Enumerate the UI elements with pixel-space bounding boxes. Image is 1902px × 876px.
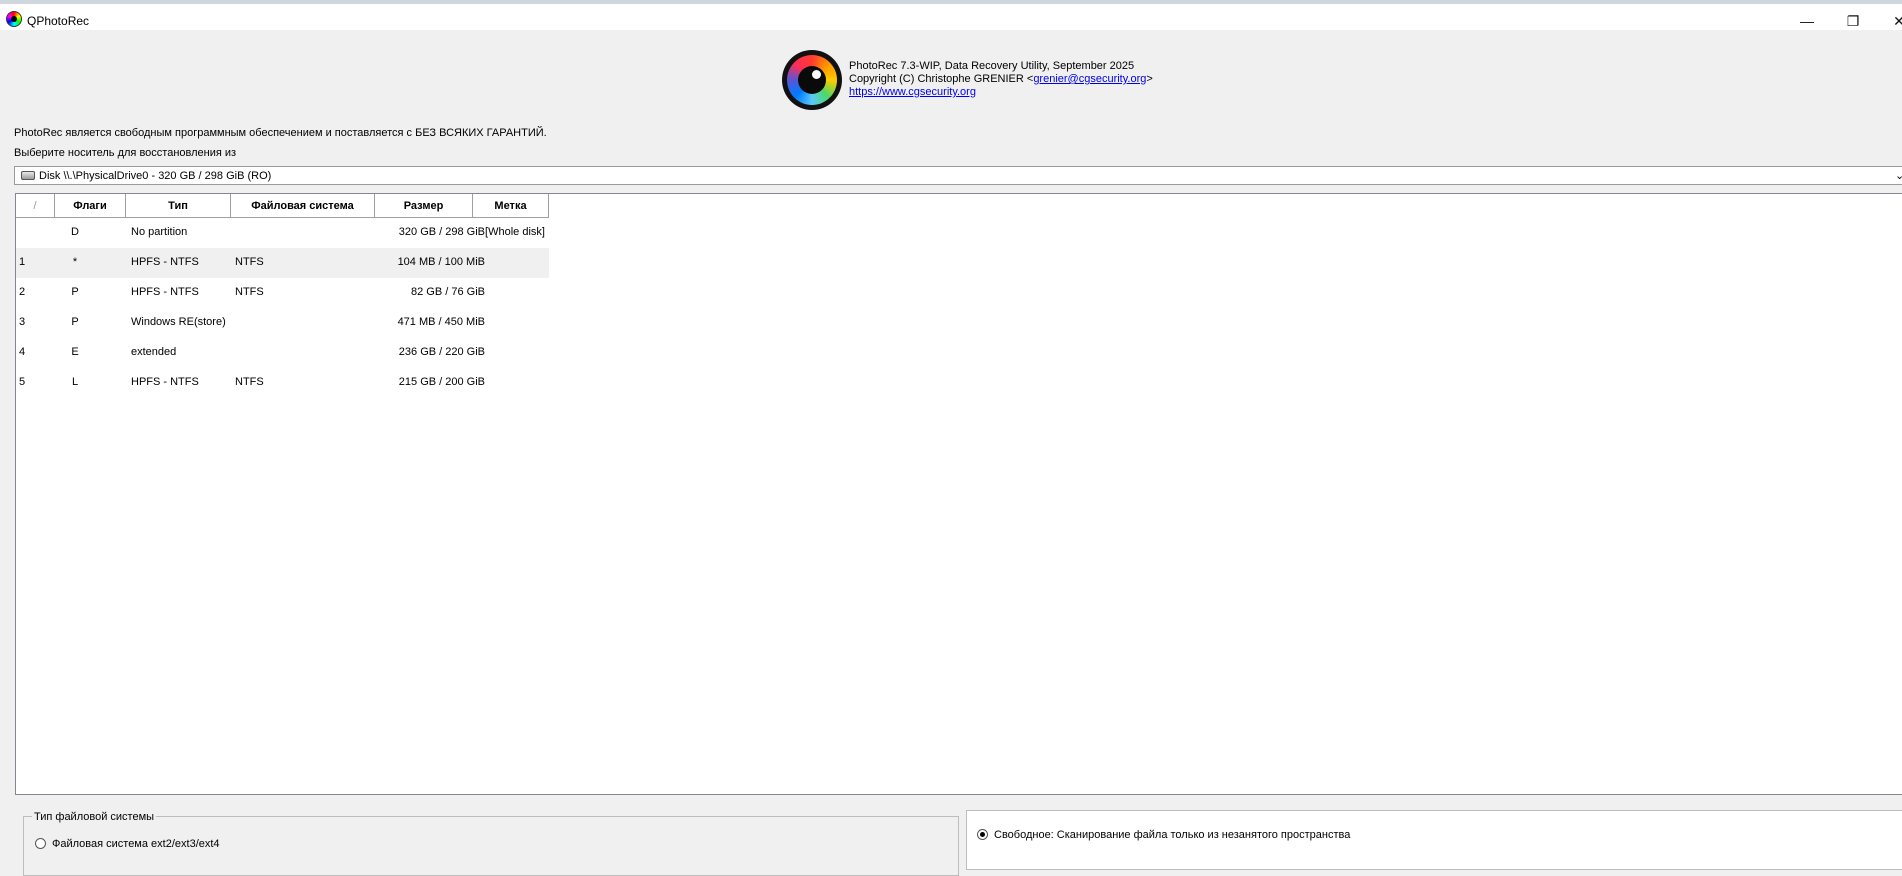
cell-type: No partition [131, 226, 188, 238]
cell-filesystem: NTFS [235, 376, 264, 388]
ext-filesystem-radio[interactable] [35, 838, 46, 849]
title-bar[interactable]: QPhotoRec — ❐ ✕ [0, 4, 1902, 30]
filesystem-type-title: Тип файловой системы [32, 811, 157, 823]
free-space-radio[interactable] [977, 829, 988, 840]
minimize-button[interactable]: — [1784, 8, 1830, 34]
column-header-filesystem[interactable]: Файловая система [231, 194, 375, 218]
table-header: / Флаги Тип Файловая система Размер Метк… [16, 194, 549, 218]
hard-disk-icon [21, 171, 35, 180]
table-row[interactable]: 2 P HPFS - NTFS NTFS 82 GB / 76 GiB [16, 278, 549, 308]
disk-select-dropdown[interactable]: Disk \\.\PhysicalDrive0 - 320 GB / 298 G… [14, 166, 1902, 185]
close-button[interactable]: ✕ [1876, 8, 1902, 34]
logo-pupil [798, 66, 826, 94]
column-header-type[interactable]: Тип [126, 194, 231, 218]
cell-size: 82 GB / 76 GiB [411, 286, 485, 298]
version-line: PhotoRec 7.3-WIP, Data Recovery Utility,… [849, 60, 1135, 72]
table-row[interactable]: 3 P Windows RE(store) 471 MB / 450 MiB [16, 308, 549, 338]
cell-size: 104 MB / 100 MiB [397, 256, 485, 268]
choose-media-label: Выберите носитель для восстановления из [14, 147, 237, 159]
restore-button[interactable]: ❐ [1830, 8, 1876, 34]
cell-type: extended [131, 346, 177, 358]
logo-glint [812, 70, 821, 79]
table-row[interactable]: 4 E extended 236 GB / 220 GiB [16, 338, 549, 368]
disk-select-value: Disk \\.\PhysicalDrive0 - 320 GB / 298 G… [39, 170, 272, 182]
cell-flag: L [71, 376, 79, 388]
cell-type: HPFS - NTFS [131, 376, 199, 388]
window-title: QPhotoRec [27, 14, 90, 28]
cell-size: 471 MB / 450 MiB [397, 316, 485, 328]
cell-number: 3 [19, 316, 26, 328]
website-link[interactable]: https://www.cgsecurity.org [849, 86, 976, 98]
app-logo-icon [6, 11, 22, 27]
cell-flag: * [72, 256, 78, 268]
cell-size: 320 GB / 298 GiB [398, 226, 485, 238]
copyright-text: Copyright (C) Christophe GRENIER < [849, 73, 1034, 85]
cell-size: 236 GB / 220 GiB [398, 346, 485, 358]
column-header-flags[interactable]: Флаги [55, 194, 126, 218]
free-space-label[interactable]: Свободное: Сканирование файла только из … [994, 829, 1350, 841]
cell-size: 215 GB / 200 GiB [398, 376, 485, 388]
column-header-size[interactable]: Размер [375, 194, 473, 218]
photorec-logo [782, 50, 842, 110]
app-info: PhotoRec 7.3-WIP, Data Recovery Utility,… [849, 60, 1153, 99]
cell-type: HPFS - NTFS [131, 256, 199, 268]
cell-flag: E [71, 346, 79, 358]
column-header-label[interactable]: Метка [473, 194, 549, 218]
cell-flag: D [71, 226, 79, 238]
copyright-suffix: > [1146, 73, 1153, 85]
column-header-sort[interactable]: / [16, 194, 55, 218]
ext-filesystem-label[interactable]: Файловая система ext2/ext3/ext4 [52, 838, 220, 850]
table-row[interactable]: D No partition 320 GB / 298 GiB [Whole d… [16, 218, 549, 248]
cell-type: HPFS - NTFS [131, 286, 199, 298]
cell-flag: P [71, 316, 79, 328]
cell-filesystem: NTFS [235, 256, 264, 268]
partition-table[interactable]: / Флаги Тип Файловая система Размер Метк… [15, 193, 1902, 795]
email-link[interactable]: grenier@cgsecurity.org [1033, 73, 1146, 85]
cell-number: 5 [19, 376, 26, 388]
copyright-line: Copyright (C) Christophe GRENIER <grenie… [849, 73, 1153, 86]
chevron-down-icon[interactable]: ⌄ [1895, 169, 1902, 182]
cell-type: Windows RE(store) [131, 316, 226, 328]
table-row[interactable]: 1 * HPFS - NTFS NTFS 104 MB / 100 MiB [16, 248, 549, 278]
cell-flag: P [71, 286, 79, 298]
cell-label: [Whole disk] [485, 226, 545, 238]
licence-text: PhotoRec является свободным программным … [14, 127, 547, 139]
cell-number: 4 [19, 346, 26, 358]
cell-number: 2 [19, 286, 26, 298]
table-row[interactable]: 5 L HPFS - NTFS NTFS 215 GB / 200 GiB [16, 368, 549, 398]
cell-filesystem: NTFS [235, 286, 264, 298]
cell-number: 1 [19, 256, 26, 268]
